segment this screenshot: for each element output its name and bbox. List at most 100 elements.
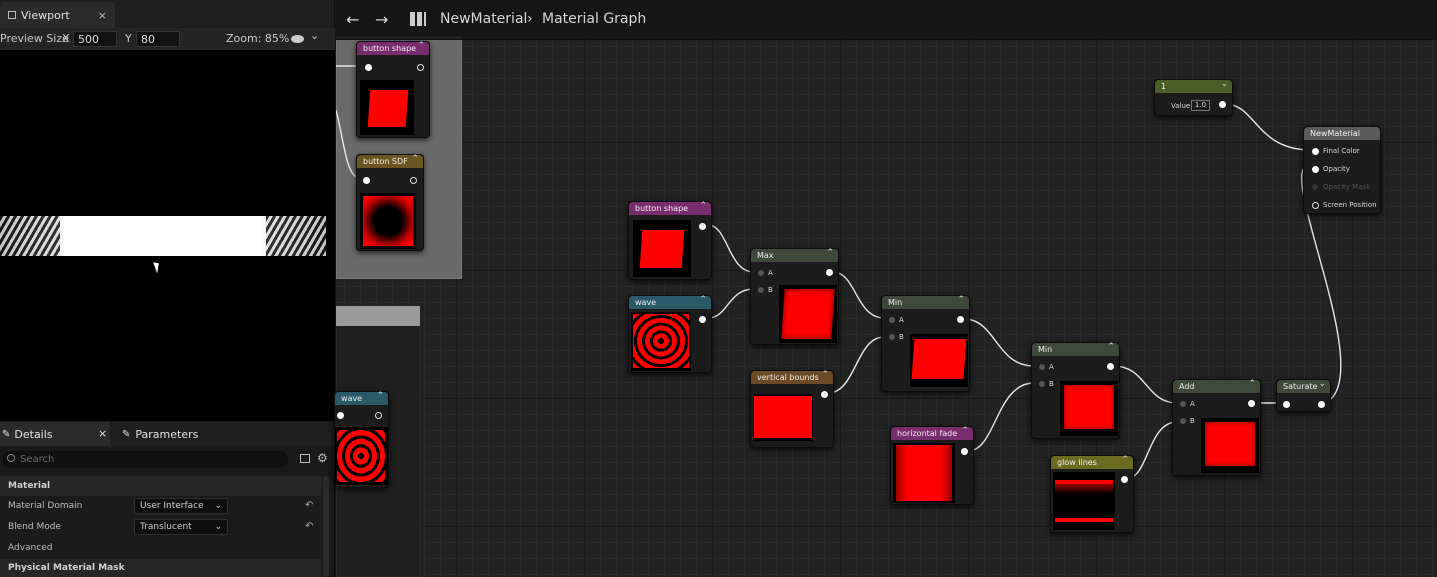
collapse-icon[interactable]: ⌃ xyxy=(1248,379,1256,389)
node-min-2[interactable]: Min ⌃ A B xyxy=(1031,342,1120,439)
input-pin-b[interactable] xyxy=(889,334,895,340)
tab-viewport[interactable]: Viewport × xyxy=(0,2,115,28)
collapse-icon[interactable]: ⌃ xyxy=(699,295,707,305)
table-view-icon[interactable] xyxy=(300,454,310,463)
collapse-icon[interactable]: ⌃ xyxy=(961,426,969,436)
node-constant[interactable]: 1 ⌄ Value 1.0 xyxy=(1154,79,1233,116)
output-pin[interactable] xyxy=(957,316,964,323)
collapse-icon[interactable]: ⌃ xyxy=(699,201,707,211)
output-pin[interactable] xyxy=(961,448,968,455)
output-pin[interactable] xyxy=(1121,476,1128,483)
gear-icon[interactable]: ⚙ xyxy=(317,451,328,465)
input-pin-opacity[interactable] xyxy=(1312,166,1319,173)
breadcrumb-material[interactable]: NewMaterial xyxy=(440,11,527,27)
material-graph-canvas[interactable]: ← → NewMaterial › Material Graph button … xyxy=(334,0,1437,577)
tab-parameters[interactable]: ✎ Parameters xyxy=(122,422,198,446)
collapse-icon[interactable]: ⌃ xyxy=(957,295,965,305)
input-pin-a[interactable] xyxy=(1180,401,1186,407)
node-vertical-bounds[interactable]: vertical bounds ⌃ xyxy=(750,370,834,448)
chevron-down-icon[interactable]: ⌄ xyxy=(310,29,319,42)
output-pin[interactable] xyxy=(1318,401,1325,408)
eye-icon[interactable] xyxy=(291,35,304,43)
forward-arrow-icon[interactable]: → xyxy=(375,10,388,29)
input-pin-a[interactable] xyxy=(1039,364,1045,370)
node-button-shape-left[interactable]: button shape ⌃ xyxy=(356,41,430,138)
input-pin-b[interactable] xyxy=(758,287,764,293)
output-pin[interactable] xyxy=(699,316,706,323)
node-title: wave xyxy=(635,298,657,307)
reset-icon[interactable]: ↶ xyxy=(305,521,313,532)
output-pin[interactable] xyxy=(826,269,833,276)
preview-shape xyxy=(639,230,685,268)
node-title: horizontal fade xyxy=(897,429,958,438)
collapse-icon[interactable]: ⌃ xyxy=(417,41,425,51)
breadcrumb-graph[interactable]: Material Graph xyxy=(542,11,646,27)
reset-icon[interactable]: ↶ xyxy=(305,500,313,511)
input-pin[interactable] xyxy=(337,412,344,419)
preview-shape xyxy=(363,196,413,246)
node-saturate[interactable]: Saturate ⌄ xyxy=(1276,379,1331,412)
chevron-down-icon[interactable]: ⌄ xyxy=(1318,379,1326,389)
preview-y-input[interactable]: 80 xyxy=(136,31,180,47)
output-pin[interactable] xyxy=(417,64,424,71)
node-add[interactable]: Add ⌃ A B xyxy=(1172,379,1261,476)
section-material[interactable]: Material xyxy=(0,476,322,496)
node-title: vertical bounds xyxy=(757,373,819,382)
node-title: Add xyxy=(1179,382,1195,391)
node-button-shape[interactable]: button shape ⌃ xyxy=(628,201,712,280)
preview-toolbar: Preview Size X 500 Y 80 Zoom: 85% ⌄ xyxy=(0,28,335,50)
input-pin-a[interactable] xyxy=(889,317,895,323)
search-input[interactable]: Search xyxy=(2,451,288,468)
collapse-icon[interactable]: ⌃ xyxy=(1107,342,1115,352)
output-pin[interactable] xyxy=(1219,101,1226,108)
section-physical-material-mask[interactable]: Physical Material Mask xyxy=(0,559,322,577)
node-horizontal-fade[interactable]: horizontal fade ⌃ xyxy=(890,426,974,505)
preview-x-input[interactable]: 500 xyxy=(73,31,117,47)
node-button-sdf[interactable]: button SDF ⌃ xyxy=(356,154,424,251)
input-pin-screen-position[interactable] xyxy=(1312,202,1319,209)
mouse-cursor xyxy=(153,260,162,274)
output-pin[interactable] xyxy=(1107,363,1114,370)
output-pin[interactable] xyxy=(410,177,417,184)
back-arrow-icon[interactable]: ← xyxy=(346,10,359,29)
collapse-icon[interactable]: ⌃ xyxy=(376,391,384,401)
node-min-1[interactable]: Min ⌃ A B xyxy=(881,295,970,392)
input-pin[interactable] xyxy=(363,177,370,184)
close-icon[interactable]: × xyxy=(98,9,107,22)
preview-shape xyxy=(633,314,689,368)
output-pin[interactable] xyxy=(821,391,828,398)
pin-opacity-mask-label: Opacity Mask xyxy=(1323,183,1371,191)
collapse-icon[interactable]: ⌃ xyxy=(821,370,829,380)
input-pin-b[interactable] xyxy=(1180,418,1186,424)
material-domain-dropdown[interactable]: User Interface ⌄ xyxy=(134,498,228,514)
input-pin[interactable] xyxy=(365,64,372,71)
details-scrollbar[interactable] xyxy=(323,476,329,577)
node-header: 1 ⌄ xyxy=(1155,79,1232,93)
input-pin[interactable] xyxy=(1283,401,1290,408)
node-glow-lines[interactable]: glow lines ⌃ xyxy=(1050,455,1134,533)
node-wave-left[interactable]: wave ⌃ xyxy=(334,391,389,488)
input-pin-b[interactable] xyxy=(1039,381,1045,387)
input-pin-opacity-mask[interactable] xyxy=(1312,184,1318,190)
blend-mode-dropdown[interactable]: Translucent ⌄ xyxy=(134,519,228,535)
node-preview xyxy=(360,80,414,135)
tab-details[interactable]: ✎ Details × xyxy=(0,422,110,446)
output-pin[interactable] xyxy=(375,412,382,419)
node-result[interactable]: NewMaterial Final Color Opacity Opacity … xyxy=(1303,126,1381,214)
collapse-icon[interactable]: ⌃ xyxy=(826,248,834,258)
details-tab-label: Details xyxy=(14,427,53,441)
node-wave[interactable]: wave ⌃ xyxy=(628,295,712,373)
input-pin-a[interactable] xyxy=(758,270,764,276)
input-pin-final-color[interactable] xyxy=(1312,148,1319,155)
output-pin[interactable] xyxy=(699,223,706,230)
collapse-icon[interactable]: ⌃ xyxy=(1121,455,1129,465)
viewport-preview[interactable] xyxy=(0,50,335,421)
close-icon[interactable]: × xyxy=(98,427,107,440)
collapse-icon[interactable]: ⌃ xyxy=(411,154,419,164)
node-max[interactable]: Max ⌃ A B xyxy=(750,248,839,345)
chevron-down-icon[interactable]: ⌄ xyxy=(1220,79,1228,89)
value-input[interactable]: 1.0 xyxy=(1191,100,1210,111)
zoom-label: Zoom: 85% xyxy=(226,32,290,45)
prop-advanced[interactable]: Advanced xyxy=(0,538,322,558)
output-pin[interactable] xyxy=(1248,400,1255,407)
